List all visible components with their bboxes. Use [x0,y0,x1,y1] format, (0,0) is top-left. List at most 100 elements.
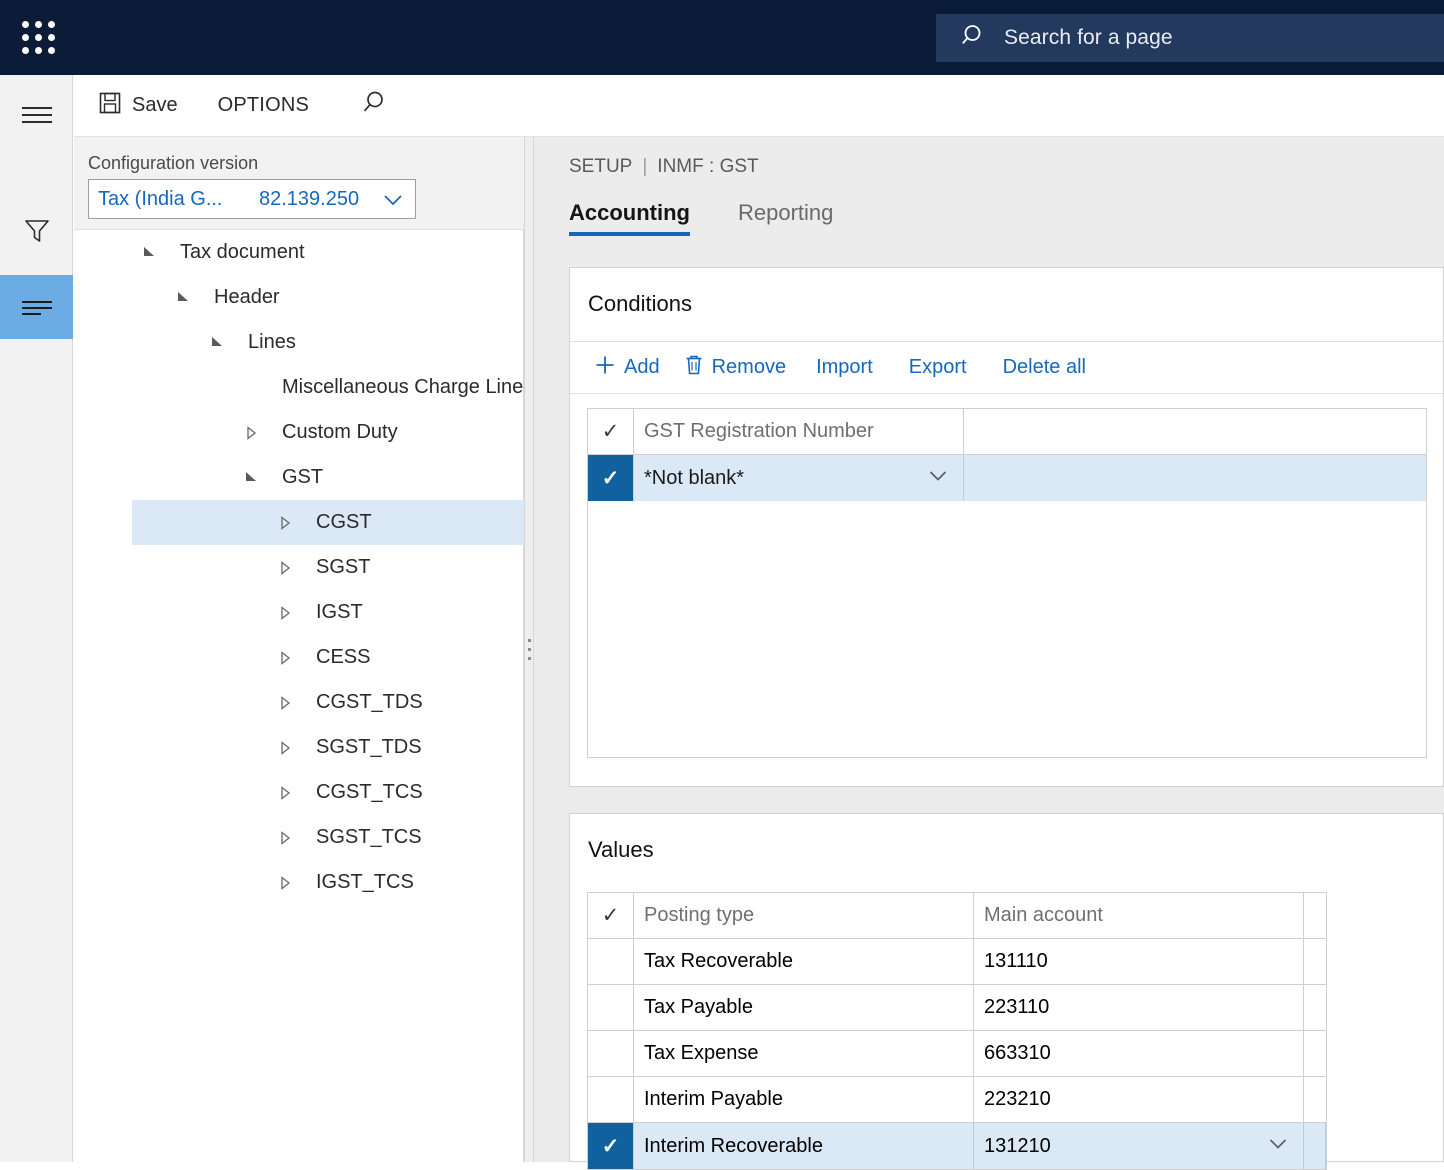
table-row[interactable]: Tax Payable 223110 [588,985,1326,1031]
tree-item-label: Lines [248,331,296,353]
search-icon [361,90,387,122]
tree-item-sgst-tcs[interactable]: SGST_TCS [74,815,524,860]
cell-gst-registration-number[interactable]: *Not blank* [634,455,964,501]
remove-button[interactable]: Remove [672,342,798,394]
chevron-down-icon[interactable] [1267,1135,1289,1158]
tree-item-label: SGST [316,556,371,578]
chevron-down-icon[interactable] [927,467,949,490]
toolbar-search-button[interactable] [349,75,399,137]
checkmark-icon: ✓ [601,1134,620,1158]
configuration-tree-pane: Configuration version Tax (India G... 82… [74,137,524,1162]
tree-item-sgst[interactable]: SGST [74,545,524,590]
rail-filter-button[interactable] [0,201,73,265]
breadcrumb-separator: | [642,156,648,177]
twisty-collapsed-icon[interactable] [272,740,298,756]
row-checkbox[interactable] [588,985,634,1030]
twisty-collapsed-icon[interactable] [272,515,298,531]
cell-main-account[interactable]: 223110 [974,985,1304,1030]
pane-splitter[interactable] [524,137,534,1162]
tree-item-sgst-tds[interactable]: SGST_TDS [74,725,524,770]
column-header-posting-type[interactable]: Posting type [634,893,974,938]
cell-main-account[interactable]: 131110 [974,939,1304,984]
row-checkbox[interactable]: ✓ [588,1123,634,1169]
twisty-expanded-icon[interactable] [238,470,264,486]
delete-all-button[interactable]: Delete all [985,342,1104,394]
row-checkbox[interactable] [588,939,634,984]
tree-item-igst-tcs[interactable]: IGST_TCS [74,860,524,905]
cell-value: 223110 [984,996,1050,1018]
twisty-expanded-icon[interactable] [170,290,196,306]
tree-item-tax-document[interactable]: Tax document [74,230,524,275]
chevron-down-icon [382,191,404,214]
cell-main-account[interactable]: 131210 [974,1123,1304,1169]
app-launcher-icon[interactable] [18,18,58,58]
tree-item-label: CGST [316,511,372,533]
cell-posting-type[interactable]: Interim Payable [634,1077,974,1122]
tree-item-label: Header [214,286,280,308]
values-grid: ✓ Posting type Main account Tax Recovera… [587,892,1327,1170]
table-row[interactable]: ✓ *Not blank* [588,455,1426,501]
global-search-input[interactable]: Search for a page [936,14,1444,62]
tree-item-lines[interactable]: Lines [74,320,524,365]
select-all-checkbox[interactable]: ✓ [588,893,634,938]
cell-main-account[interactable]: 663310 [974,1031,1304,1076]
twisty-collapsed-icon[interactable] [272,875,298,891]
add-button[interactable]: Add [582,342,672,394]
tree-item-label: Miscellaneous Charge Line [282,376,524,398]
add-button-label: Add [624,356,660,378]
rail-hamburger-button[interactable] [0,83,73,147]
configuration-version-select[interactable]: Tax (India G... 82.139.250 [88,179,416,219]
row-checkbox[interactable]: ✓ [588,455,634,501]
table-row[interactable]: ✓ Interim Recoverable 131210 [588,1123,1326,1169]
tree-item-custom-duty[interactable]: Custom Duty [74,410,524,455]
command-bar: Save OPTIONS [74,75,1444,137]
tree-item-gst[interactable]: GST [74,455,524,500]
table-row[interactable]: Tax Expense 663310 [588,1031,1326,1077]
tree-item-miscellaneous-charge-line[interactable]: Miscellaneous Charge Line [74,365,524,410]
cell-main-account[interactable]: 223210 [974,1077,1304,1122]
twisty-collapsed-icon[interactable] [272,650,298,666]
twisty-collapsed-icon[interactable] [238,425,264,441]
import-button-label: Import [816,356,873,378]
select-all-checkbox[interactable]: ✓ [588,409,634,454]
row-checkbox[interactable] [588,1031,634,1076]
cell-posting-type[interactable]: Tax Expense [634,1031,974,1076]
twisty-collapsed-icon[interactable] [272,695,298,711]
delete-all-button-label: Delete all [1002,356,1086,378]
cell-value: 131110 [984,950,1048,972]
table-row[interactable]: Tax Recoverable 131110 [588,939,1326,985]
tree-item-cgst[interactable]: CGST [132,500,524,545]
tree-item-cgst-tcs[interactable]: CGST_TCS [74,770,524,815]
twisty-collapsed-icon[interactable] [272,605,298,621]
tab-accounting[interactable]: Accounting [569,200,690,236]
twisty-collapsed-icon[interactable] [272,560,298,576]
tab-reporting[interactable]: Reporting [738,200,833,236]
twisty-collapsed-icon[interactable] [272,830,298,846]
import-button[interactable]: Import [798,342,891,394]
twisty-expanded-icon[interactable] [204,335,230,351]
breadcrumb-setup[interactable]: SETUP [569,156,632,178]
values-title: Values [588,837,654,862]
twisty-collapsed-icon[interactable] [272,785,298,801]
cell-posting-type[interactable]: Tax Recoverable [634,939,974,984]
cell-posting-type[interactable]: Interim Recoverable [634,1123,974,1169]
table-row[interactable]: Interim Payable 223210 [588,1077,1326,1123]
tree-item-header[interactable]: Header [74,275,524,320]
options-button[interactable]: OPTIONS [206,75,321,137]
column-header-blank [1304,893,1326,938]
column-header-gst-registration-number[interactable]: GST Registration Number [634,409,964,454]
rail-navigation-list-button[interactable] [0,275,73,339]
tree-item-cgst-tds[interactable]: CGST_TDS [74,680,524,725]
twisty-expanded-icon[interactable] [136,245,162,261]
values-grid-header: ✓ Posting type Main account [588,893,1326,939]
cell-posting-type[interactable]: Tax Payable [634,985,974,1030]
column-header-main-account[interactable]: Main account [974,893,1304,938]
tree-item-cess[interactable]: CESS [74,635,524,680]
checkmark-icon: ✓ [601,466,620,490]
tree-item-label: Custom Duty [282,421,398,443]
checkmark-icon: ✓ [601,904,620,927]
tree-item-igst[interactable]: IGST [74,590,524,635]
save-button[interactable]: Save [86,75,190,137]
row-checkbox[interactable] [588,1077,634,1122]
export-button[interactable]: Export [891,342,985,394]
